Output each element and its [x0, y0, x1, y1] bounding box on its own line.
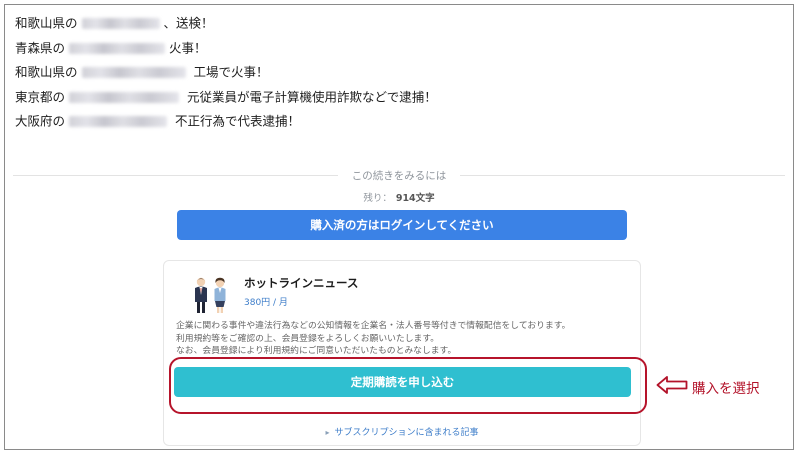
redacted-company-name	[81, 67, 186, 78]
annotation-callout: 購入を選択	[656, 375, 760, 397]
plan-description: 企業に関わる事件や違法行為などの公知情報を企業名・法人番号等付きで情報配信をして…	[176, 320, 631, 358]
plan-name: ホットラインニュース	[244, 276, 359, 290]
plan-price: 380円 / 月	[244, 298, 288, 308]
news-prefix: 和歌山県の	[15, 15, 78, 31]
news-suffix: 火事！	[169, 39, 207, 55]
news-item[interactable]: 和歌山県の 工場で火事！	[15, 60, 775, 85]
subscription-articles-link[interactable]: ▸ サブスクリプションに含まれる記事	[164, 425, 640, 438]
redacted-company-name	[69, 91, 180, 103]
plan-description-line: なお、会員登録により利用規約にご同意いただいたものとみなします。	[176, 346, 457, 356]
subscription-articles-label: サブスクリプションに含まれる記事	[334, 428, 479, 438]
left-arrow-icon	[656, 376, 688, 394]
plan-description-line: 利用規約等をご確認の上、会員登録をよろしくお願いいたします。	[176, 333, 440, 344]
news-item[interactable]: 東京都の 元従業員が電子計算機使用詐欺などで逮捕！	[15, 85, 775, 110]
plan-description-line: 企業に関わる事件や違法行為などの公知情報を企業名・法人番号等付きで情報配信をして…	[176, 321, 571, 331]
annotation-label: 購入を選択	[692, 381, 760, 397]
news-suffix: 、送検！	[163, 15, 214, 31]
news-item[interactable]: 青森県の 火事！	[15, 36, 775, 61]
news-prefix: 和歌山県の	[15, 64, 78, 80]
highlight-ring	[169, 357, 647, 414]
remaining-label: 残り：	[363, 193, 392, 204]
continue-reading-heading: この続きをみるには	[5, 168, 793, 183]
news-suffix: 元従業員が電子計算機使用詐欺などで逮捕！	[183, 88, 437, 104]
news-prefix: 東京都の	[15, 88, 66, 104]
staff-avatars-icon	[189, 275, 233, 315]
remaining-count: 914文字	[395, 193, 435, 204]
news-suffix: 工場で火事！	[189, 64, 269, 80]
news-item[interactable]: 和歌山県の 、送検！	[15, 11, 775, 36]
remaining-characters: 残り： 914文字	[5, 190, 793, 204]
subscription-plan-card: ホットラインニュース 380円 / 月 企業に関わる事件や違法行為などの公知情報…	[163, 260, 641, 446]
redacted-company-name	[81, 18, 160, 29]
news-prefix: 青森県の	[15, 39, 66, 55]
news-prefix: 大阪府の	[15, 113, 66, 129]
news-suffix: 不正行為で代表逮捕！	[171, 113, 300, 129]
news-item[interactable]: 大阪府の 不正行為で代表逮捕！	[15, 109, 775, 134]
redacted-company-name	[69, 116, 168, 127]
chevron-right-icon: ▸	[325, 428, 330, 437]
news-list: 和歌山県の 、送検！ 青森県の 火事！ 和歌山県の 工場で火事！ 東京都の 元従業員…	[15, 11, 775, 134]
redacted-company-name	[69, 42, 166, 54]
screenshot-frame: 和歌山県の 、送検！ 青森県の 火事！ 和歌山県の 工場で火事！ 東京都の 元従業員…	[4, 4, 794, 450]
login-button[interactable]: 購入済の方はログインしてください	[177, 210, 627, 240]
